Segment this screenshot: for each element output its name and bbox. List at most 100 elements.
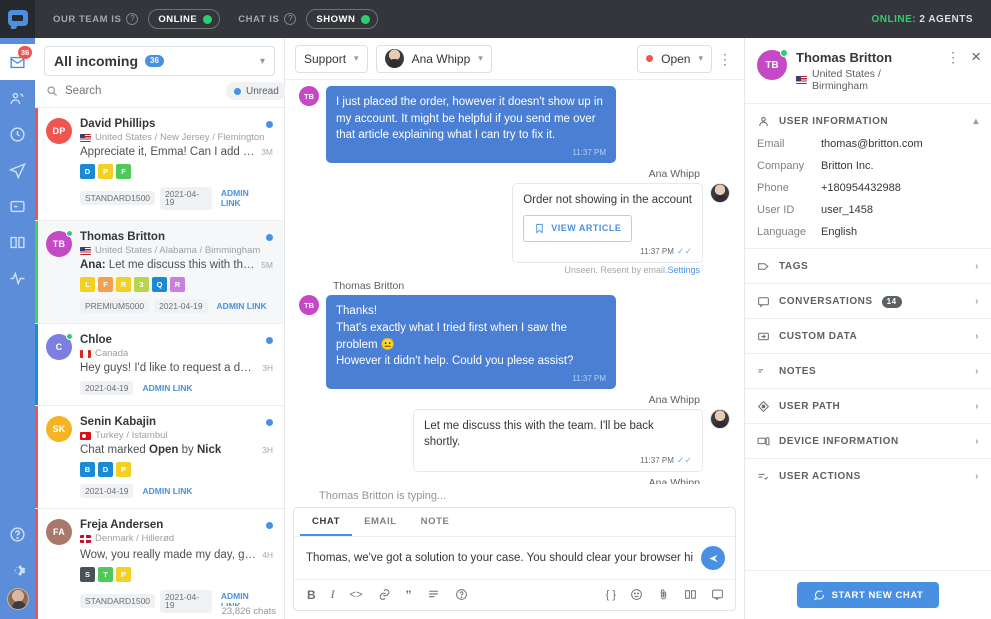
section-label: USER PATH — [779, 401, 840, 412]
italic-icon[interactable]: I — [331, 587, 335, 602]
tag-chip[interactable]: P — [98, 164, 113, 179]
user-avatar[interactable] — [7, 588, 29, 610]
team-status-toggle[interactable]: ONLINE — [148, 9, 220, 29]
tag-chip[interactable]: P — [116, 567, 131, 582]
agent-dropdown[interactable]: Ana Whipp ▾ — [376, 45, 492, 73]
unread-filter-chip[interactable]: Unread — [226, 82, 287, 100]
details-name: Thomas Britton — [796, 50, 935, 65]
tag-chip[interactable]: D — [98, 462, 113, 477]
tag-chip[interactable]: S — [80, 567, 95, 582]
meta-row: 2021-04-19ADMIN LINK — [80, 380, 273, 396]
field-value[interactable]: user_1458 — [821, 204, 873, 216]
tag-chip[interactable]: B — [80, 462, 95, 477]
admin-link[interactable]: ADMIN LINK — [138, 380, 196, 396]
tag-chip[interactable]: P — [116, 462, 131, 477]
field-key: Email — [757, 138, 821, 150]
admin-link[interactable]: ADMIN LINK — [217, 185, 273, 211]
field-value[interactable]: Britton Inc. — [821, 160, 874, 172]
send-button[interactable] — [701, 546, 725, 570]
bold-icon[interactable]: B — [307, 588, 316, 602]
field-key: Company — [757, 160, 821, 172]
composer-tab-email[interactable]: EMAIL — [352, 508, 409, 536]
conversation-item[interactable]: SK Senin Kabajin Turkey / Istambul Chat … — [35, 406, 284, 509]
tag-chip[interactable]: R — [170, 277, 185, 292]
country-flag-icon — [80, 535, 91, 543]
conversation-item[interactable]: C Chloe Canada Hey guys! I'd like to req… — [35, 324, 284, 406]
tag-chip[interactable]: F — [98, 277, 113, 292]
details-more-menu-icon[interactable]: ⋮ — [944, 50, 962, 64]
admin-link[interactable]: ADMIN LINK — [138, 483, 196, 499]
date-chip: 2021-04-19 — [80, 484, 133, 499]
knowledge-icon[interactable] — [684, 588, 697, 601]
composer-tab-note[interactable]: NOTE — [409, 508, 462, 536]
tag-chip[interactable]: Q — [152, 277, 167, 292]
canned-response-icon[interactable] — [711, 588, 724, 601]
inbox-filter-dropdown[interactable]: All incoming 36 ▾ — [44, 46, 275, 76]
country-flag-icon — [80, 432, 91, 440]
composer-tab-chat[interactable]: CHAT — [300, 508, 352, 536]
close-icon[interactable]: × — [971, 50, 981, 64]
user-information-header[interactable]: USER INFORMATION ▴ — [745, 104, 991, 138]
conversation-list[interactable]: DP David Phillips United States / New Je… — [35, 108, 284, 619]
list-icon[interactable] — [427, 588, 440, 601]
team-help-icon[interactable]: ? — [126, 13, 138, 25]
tag-icon — [757, 260, 770, 273]
tag-chip[interactable]: T — [98, 567, 113, 582]
conversation-name: Senin Kabajin — [80, 416, 156, 428]
team-status-value: ONLINE — [158, 14, 197, 25]
group-dropdown[interactable]: Support ▾ — [295, 45, 368, 73]
nav-item-history[interactable] — [0, 116, 35, 152]
start-new-chat-button[interactable]: START NEW CHAT — [797, 582, 940, 608]
section-header-tags[interactable]: TAGS › — [745, 249, 991, 283]
tag-chip[interactable]: D — [80, 164, 95, 179]
nav-item-knowledge[interactable] — [0, 224, 35, 260]
attachment-icon[interactable] — [657, 588, 670, 601]
nav-item-team[interactable] — [0, 80, 35, 116]
tag-chip[interactable]: L — [80, 277, 95, 292]
field-value[interactable]: English — [821, 226, 857, 238]
conversation-item[interactable]: DP David Phillips United States / New Je… — [35, 108, 284, 221]
conversation-item[interactable]: FA Freja Andersen Denmark / Hillerød Wow… — [35, 509, 284, 619]
section-header-conversations[interactable]: CONVERSATIONS14 › — [745, 284, 991, 318]
admin-link[interactable]: ADMIN LINK — [213, 298, 271, 314]
chat-more-menu-icon[interactable]: ⋮ — [716, 52, 734, 66]
link-icon[interactable] — [378, 588, 391, 601]
view-article-button[interactable]: VIEW ARTICLE — [523, 215, 632, 242]
chevron-right-icon: › — [975, 436, 979, 447]
section-header-device-information[interactable]: DEVICE INFORMATION › — [745, 424, 991, 458]
field-value[interactable]: +180954432988 — [821, 182, 901, 194]
quote-icon[interactable]: ” — [406, 588, 412, 602]
chat-status-toggle[interactable]: SHOWN — [306, 9, 378, 29]
conversation-item[interactable]: TB Thomas Britton United States / Alabam… — [35, 221, 284, 324]
tag-row: STP — [80, 567, 273, 582]
message-input[interactable] — [306, 552, 693, 564]
nav-item-inbox[interactable]: 36 — [0, 44, 35, 80]
snippet-icon[interactable]: { } — [606, 589, 616, 601]
message-text: Thanks!That's exactly what I tried first… — [336, 303, 606, 370]
emoji-icon[interactable] — [630, 588, 643, 601]
section-header-custom-data[interactable]: CUSTOM DATA › — [745, 319, 991, 353]
composer-right-tools: { } — [606, 588, 724, 601]
chat-help-icon[interactable]: ? — [284, 13, 296, 25]
tag-chip[interactable]: 3 — [134, 277, 149, 292]
field-value[interactable]: thomas@britton.com — [821, 138, 923, 150]
help-icon[interactable] — [455, 588, 468, 601]
subnote-settings-link[interactable]: Settings — [667, 265, 700, 275]
search-input[interactable] — [65, 85, 219, 97]
composer-input-row — [294, 537, 735, 579]
nav-item-help[interactable] — [0, 516, 35, 552]
app-logo[interactable] — [0, 0, 35, 38]
nav-item-reports[interactable] — [0, 260, 35, 296]
tag-chip[interactable]: F — [116, 164, 131, 179]
message-bubble: Thanks!That's exactly what I tried first… — [326, 295, 616, 388]
status-dropdown[interactable]: Open ▾ — [637, 45, 712, 73]
section-header-user-path[interactable]: USER PATH › — [745, 389, 991, 423]
nav-item-settings[interactable] — [0, 552, 35, 588]
tag-chip[interactable]: R — [116, 277, 131, 292]
section-header-notes[interactable]: NOTES › — [745, 354, 991, 388]
code-icon[interactable]: <> — [350, 589, 363, 601]
nav-item-send[interactable] — [0, 152, 35, 188]
nav-item-archive[interactable] — [0, 188, 35, 224]
section-header-user-actions[interactable]: USER ACTIONS › — [745, 459, 991, 493]
date-chip: 2021-04-19 — [160, 187, 212, 210]
